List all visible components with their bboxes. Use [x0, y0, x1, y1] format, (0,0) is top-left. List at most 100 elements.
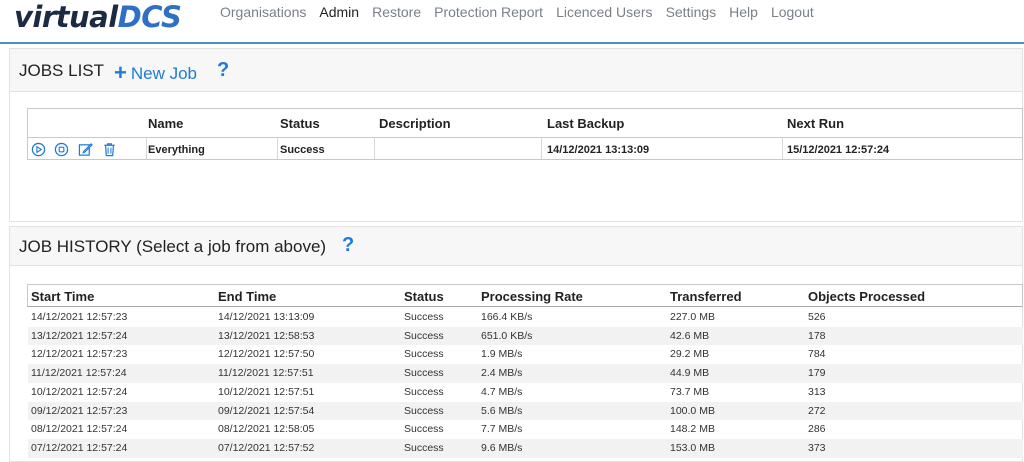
nav-restore[interactable]: Restore: [372, 4, 421, 20]
edit-icon[interactable]: [78, 142, 93, 157]
jobs-col-divider: [146, 137, 147, 159]
jobs-col-description[interactable]: Description: [379, 116, 451, 131]
history-end-time: 12/12/2021 12:57:50: [218, 348, 315, 361]
history-col-processing-rate[interactable]: Processing Rate: [481, 289, 583, 304]
history-processing-rate: 1.9 MB/s: [481, 348, 523, 361]
jobs-col-name[interactable]: Name: [148, 116, 183, 131]
nav-admin[interactable]: Admin: [319, 4, 359, 20]
history-transferred: 100.0 MB: [670, 404, 715, 417]
jobs-col-divider: [782, 137, 783, 159]
job-name[interactable]: Everything: [148, 144, 205, 156]
history-row[interactable]: 10/12/2021 12:57:24 10/12/2021 12:57:51 Su…: [28, 383, 1023, 402]
jobs-list-header: JOBS LIST + New Job ?: [10, 49, 1022, 92]
history-transferred: 153.0 MB: [670, 441, 715, 454]
nav-help[interactable]: Help: [729, 4, 758, 20]
jobs-col-last-backup[interactable]: Last Backup: [547, 116, 624, 131]
history-end-time: 09/12/2021 12:57:54: [218, 404, 315, 417]
history-row[interactable]: 14/12/2021 12:57:23 14/12/2021 13:13:09 Su…: [28, 308, 1023, 327]
history-objects-processed: 373: [808, 441, 826, 454]
history-row[interactable]: 13/12/2021 12:57:24 13/12/2021 12:58:53 Su…: [28, 326, 1023, 346]
history-status: Success: [404, 385, 444, 398]
history-row[interactable]: 11/12/2021 12:57:24 11/12/2021 12:57:51 Su…: [28, 364, 1023, 383]
history-table-header: Start Time End Time Status Processing Ra…: [27, 284, 1023, 307]
history-row[interactable]: 12/12/2021 12:57:23 12/12/2021 12:57:50 Su…: [28, 345, 1023, 364]
history-status: Success: [404, 348, 444, 361]
nav-logout[interactable]: Logout: [771, 4, 814, 20]
history-objects-processed: 313: [808, 385, 826, 398]
history-start-time: 07/12/2021 12:57:24: [31, 441, 128, 454]
jobs-list-help-icon[interactable]: ?: [217, 59, 229, 82]
history-start-time: 13/12/2021 12:57:24: [31, 329, 128, 342]
history-start-time: 10/12/2021 12:57:24: [31, 385, 128, 398]
history-processing-rate: 2.4 MB/s: [481, 367, 523, 380]
history-objects-processed: 526: [808, 311, 826, 323]
jobs-list-panel: JOBS LIST + New Job ? Name Status Descrip…: [9, 48, 1023, 222]
top-bar: virtual DCS Organisations Admin Restore Pro…: [0, 0, 1024, 44]
job-history-help-icon[interactable]: ?: [342, 234, 354, 257]
logo-part-virtual: virtual: [14, 0, 118, 34]
history-transferred: 44.9 MB: [670, 367, 710, 380]
delete-icon[interactable]: [102, 142, 117, 157]
history-objects-processed: 286: [808, 423, 826, 436]
virtualdcs-logo[interactable]: virtual DCS: [14, 0, 182, 34]
history-col-status[interactable]: Status: [404, 289, 444, 304]
history-status: Success: [404, 329, 444, 342]
jobs-header-divider: [28, 137, 1022, 138]
play-icon[interactable]: [31, 142, 46, 157]
history-status: Success: [404, 367, 444, 380]
jobs-col-divider: [277, 137, 278, 159]
nav-settings[interactable]: Settings: [666, 4, 717, 20]
history-end-time: 11/12/2021 12:57:51: [218, 367, 314, 380]
history-end-time: 07/12/2021 12:57:52: [218, 441, 315, 454]
jobs-col-divider: [374, 137, 375, 159]
history-objects-processed: 784: [808, 348, 826, 361]
history-processing-rate: 5.6 MB/s: [481, 404, 523, 417]
jobs-list-title: JOBS LIST: [19, 61, 105, 80]
history-transferred: 42.6 MB: [670, 329, 710, 342]
jobs-col-divider: [541, 137, 542, 159]
job-last-backup: 14/12/2021 13:13:09: [547, 144, 650, 156]
history-transferred: 29.2 MB: [670, 348, 710, 361]
history-start-time: 14/12/2021 12:57:23: [31, 311, 128, 323]
history-status: Success: [404, 423, 444, 436]
history-status: Success: [404, 404, 444, 417]
job-status: Success: [280, 144, 325, 156]
history-end-time: 14/12/2021 13:13:09: [218, 311, 315, 323]
nav-organisations[interactable]: Organisations: [220, 4, 306, 20]
history-row[interactable]: 08/12/2021 12:57:24 08/12/2021 12:58:05 Su…: [28, 420, 1023, 439]
new-job-button[interactable]: + New Job: [114, 59, 197, 85]
history-row[interactable]: 07/12/2021 12:57:24 07/12/2021 12:57:52 Su…: [28, 438, 1023, 458]
jobs-table: Name Status Description Last Backup Next…: [27, 108, 1023, 160]
job-history-title: JOB HISTORY (Select a job from above): [19, 237, 327, 256]
history-col-objects-processed[interactable]: Objects Processed: [808, 289, 925, 304]
history-col-end-time[interactable]: End Time: [218, 289, 276, 304]
history-processing-rate: 651.0 KB/s: [481, 329, 533, 342]
history-row[interactable]: 09/12/2021 12:57:23 09/12/2021 12:57:54 Su…: [28, 401, 1023, 421]
logo-part-dcs: DCS: [117, 0, 182, 34]
job-history-panel: JOB HISTORY (Select a job from above) ? …: [9, 226, 1023, 462]
history-col-start-time[interactable]: Start Time: [31, 289, 94, 304]
history-transferred: 148.2 MB: [670, 423, 715, 436]
job-next-run: 15/12/2021 12:57:24: [787, 144, 890, 156]
jobs-col-next-run[interactable]: Next Run: [787, 116, 844, 131]
history-objects-processed: 272: [808, 404, 826, 417]
history-status: Success: [404, 441, 444, 454]
history-processing-rate: 4.7 MB/s: [481, 385, 523, 398]
history-col-transferred[interactable]: Transferred: [670, 289, 742, 304]
history-end-time: 08/12/2021 12:58:05: [218, 423, 315, 436]
jobs-col-status[interactable]: Status: [280, 116, 320, 131]
history-transferred: 227.0 MB: [670, 311, 715, 323]
history-start-time: 11/12/2021 12:57:24: [31, 367, 127, 380]
stop-icon[interactable]: [54, 142, 69, 157]
plus-icon: +: [114, 60, 127, 85]
history-processing-rate: 7.7 MB/s: [481, 423, 523, 436]
job-history-header: JOB HISTORY (Select a job from above) ?: [10, 227, 1022, 266]
new-job-label: New Job: [130, 64, 197, 83]
history-start-time: 12/12/2021 12:57:23: [31, 348, 128, 361]
history-end-time: 13/12/2021 12:58:53: [218, 329, 315, 342]
history-processing-rate: 9.6 MB/s: [481, 441, 523, 454]
nav-protection-report[interactable]: Protection Report: [434, 4, 543, 20]
history-start-time: 09/12/2021 12:57:23: [31, 404, 128, 417]
history-processing-rate: 166.4 KB/s: [481, 311, 533, 323]
nav-licenced-users[interactable]: Licenced Users: [556, 4, 653, 20]
